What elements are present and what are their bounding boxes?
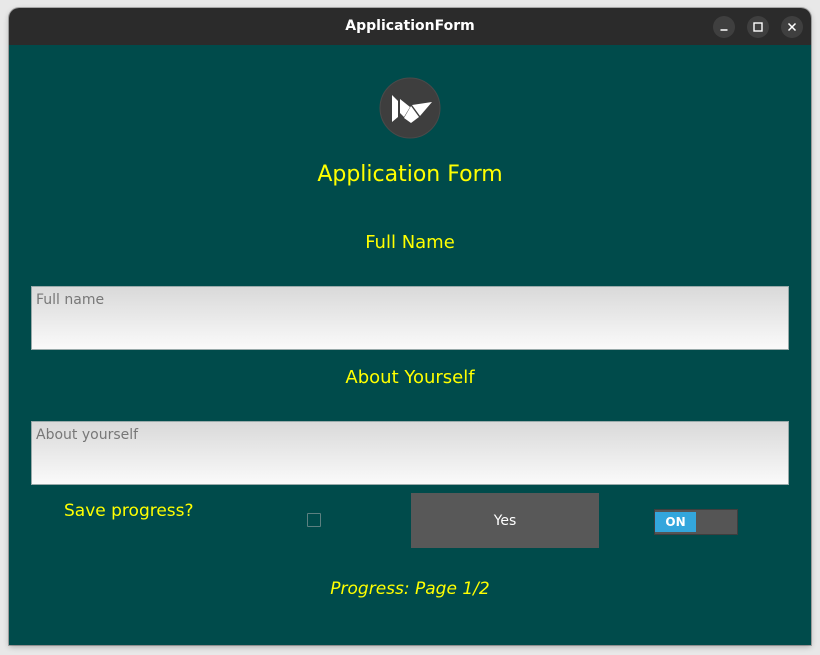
minimize-button[interactable] [713,16,735,38]
close-button[interactable] [781,16,803,38]
yes-button[interactable]: Yes [411,493,599,548]
about-label: About Yourself [345,367,475,388]
application-window: ApplicationForm Application Form Full Na… [9,8,811,645]
maximize-icon [753,22,763,32]
minimize-icon [720,29,728,31]
progress-text: Progress: Page 1/2 [330,579,490,599]
form-title: Application Form [317,162,503,187]
about-input[interactable]: About yourself [31,421,789,485]
full-name-input[interactable]: Full name [31,286,789,350]
close-icon [787,22,797,32]
full-name-label: Full Name [365,232,455,253]
window-title: ApplicationForm [345,18,475,34]
full-name-placeholder: Full name [36,292,105,308]
save-progress-label: Save progress? [64,501,194,521]
on-off-switch[interactable]: ON [654,509,738,535]
titlebar[interactable]: ApplicationForm [9,8,811,45]
yes-button-label: Yes [493,512,517,529]
switch-on-label: ON [655,512,696,532]
maximize-button[interactable] [747,16,769,38]
about-placeholder: About yourself [36,427,139,443]
form-content: Application Form Full Name Full name Abo… [9,45,811,645]
kivy-logo-icon [379,77,441,139]
save-progress-checkbox[interactable] [307,513,321,527]
